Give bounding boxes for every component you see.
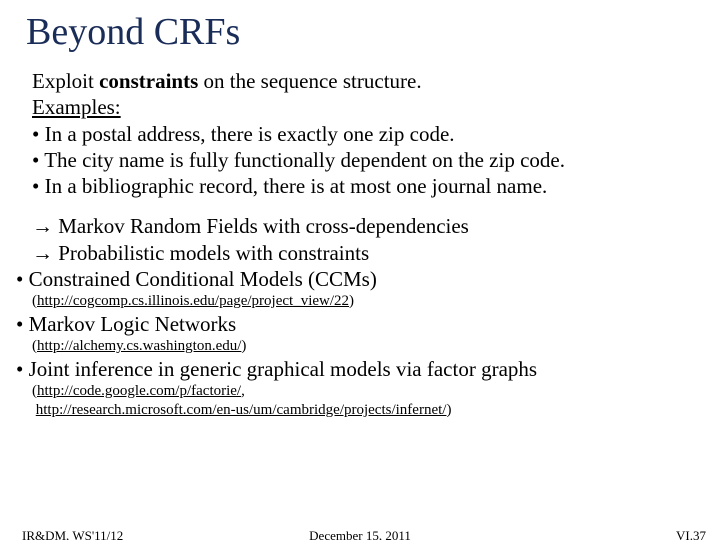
- paren-close: ): [446, 402, 451, 418]
- intro-pre: Exploit: [32, 69, 99, 93]
- arrow-line-2: → Probabilistic models with constraints: [32, 240, 694, 266]
- link-mln[interactable]: http://alchemy.cs.washington.edu/: [37, 338, 241, 354]
- slide-title: Beyond CRFs: [26, 10, 700, 54]
- link-mln-line: (http://alchemy.cs.washington.edu/): [32, 337, 694, 356]
- arrow-line-1: → Markov Random Fields with cross-depend…: [32, 213, 694, 239]
- link-factorie[interactable]: http://code.google.com/p/factorie/: [37, 383, 241, 399]
- example-2: • The city name is fully functionally de…: [32, 147, 694, 173]
- link-sep: ,: [241, 383, 245, 399]
- examples-label: Examples:: [32, 95, 121, 119]
- sub-joint: • Joint inference in generic graphical m…: [32, 356, 694, 382]
- sub-mln: • Markov Logic Networks: [32, 311, 694, 337]
- example-3: • In a bibliographic record, there is at…: [32, 173, 694, 199]
- intro-bold: constraints: [99, 69, 198, 93]
- slide: Beyond CRFs Exploit constraints on the s…: [0, 0, 720, 540]
- sub-ccm: • Constrained Conditional Models (CCMs): [32, 266, 694, 292]
- footer-right: VI.37: [676, 528, 706, 540]
- slide-body: Exploit constraints on the sequence stru…: [32, 68, 694, 420]
- link-joint-line: (http://code.google.com/p/factorie/, htt…: [32, 382, 694, 420]
- link-ccm-line: (http://cogcomp.cs.illinois.edu/page/pro…: [32, 292, 694, 311]
- example-1: • In a postal address, there is exactly …: [32, 121, 694, 147]
- footer-center: December 15, 2011: [0, 528, 720, 540]
- intro-line: Exploit constraints on the sequence stru…: [32, 68, 694, 94]
- link-ccm[interactable]: http://cogcomp.cs.illinois.edu/page/proj…: [37, 293, 349, 309]
- paren-close: ): [349, 293, 354, 309]
- intro-post: on the sequence structure.: [198, 69, 421, 93]
- paren-close: ): [241, 338, 246, 354]
- link-infernet[interactable]: http://research.microsoft.com/en-us/um/c…: [36, 402, 447, 418]
